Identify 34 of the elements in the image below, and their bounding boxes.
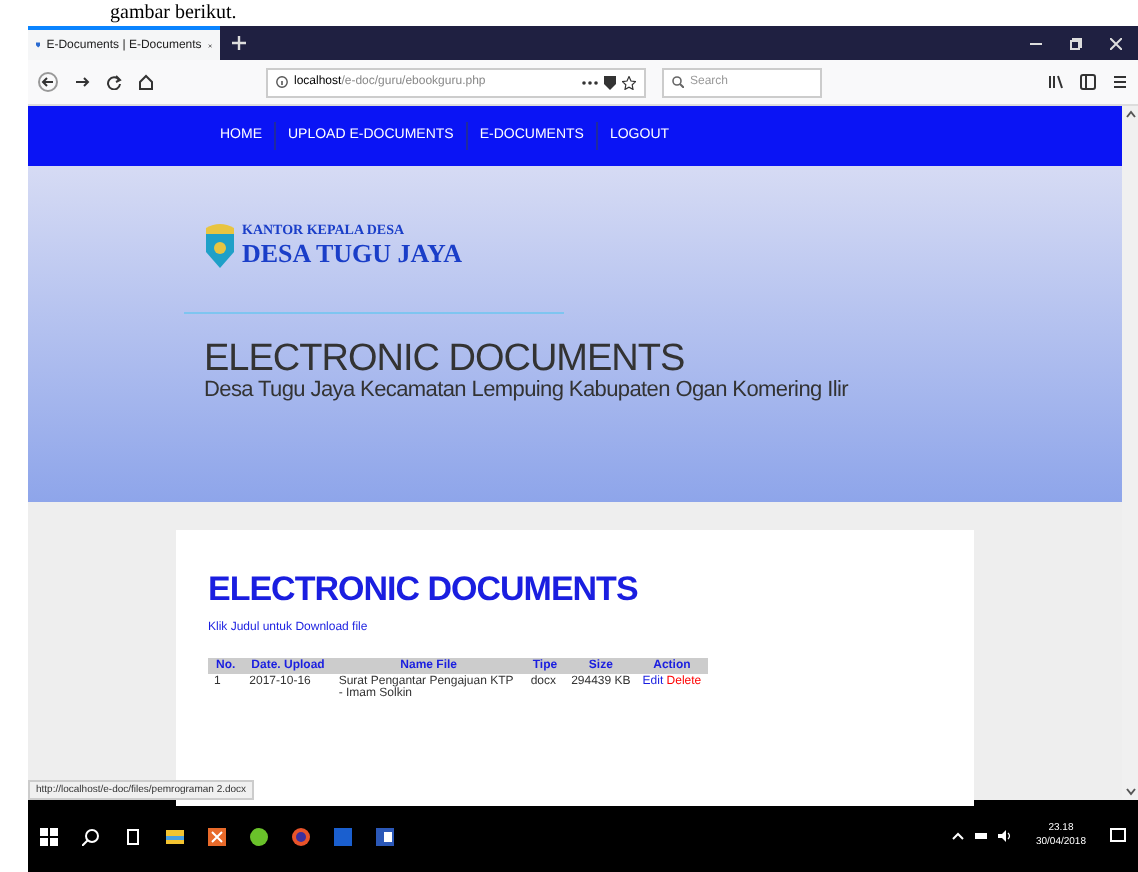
library-icon[interactable]: [1048, 74, 1064, 90]
windows-icon[interactable]: [40, 827, 58, 845]
reload-icon[interactable]: [106, 74, 122, 90]
more-icon[interactable]: [582, 79, 598, 85]
site-title: ELECTRONIC DOCUMENTS: [204, 342, 687, 378]
crest-icon: [204, 224, 236, 268]
restore-icon[interactable]: [1070, 37, 1082, 49]
logo-text: DESA TUGU JAYA: [242, 238, 463, 270]
speaker-icon[interactable]: [997, 830, 1012, 842]
back-icon[interactable]: [38, 72, 58, 92]
search-icon[interactable]: [82, 827, 100, 845]
home-icon[interactable]: [138, 74, 154, 90]
document-app-icon[interactable]: [208, 827, 226, 845]
sidebar-icon[interactable]: [1080, 74, 1096, 90]
chevron-up-icon[interactable]: [951, 832, 964, 840]
battery-icon[interactable]: [973, 832, 988, 840]
notification-icon[interactable]: [1110, 828, 1126, 844]
minimize-icon[interactable]: [1030, 37, 1042, 49]
search-icon: [672, 76, 684, 88]
info-icon: [276, 76, 288, 88]
site-subtitle: Desa Tugu Jaya Kecamatan Lempuing Kabupaten Ogan Komering Ilir: [204, 378, 851, 402]
page-heading: ELECTRONIC DOCUMENTS: [208, 570, 640, 610]
folder-icon[interactable]: [166, 827, 184, 845]
task-view-icon[interactable]: [124, 827, 142, 845]
menu-icon[interactable]: [1112, 74, 1128, 90]
shield-icon[interactable]: [604, 75, 616, 89]
app-icon[interactable]: [250, 827, 268, 845]
shield-icon: [36, 38, 41, 52]
document-text: gambar berikut.: [110, 0, 237, 26]
star-icon[interactable]: [622, 75, 636, 89]
forward-icon[interactable]: [74, 74, 90, 90]
browser-icon[interactable]: [292, 827, 310, 845]
new-tab-icon[interactable]: [232, 36, 246, 50]
close-icon[interactable]: [1110, 37, 1122, 49]
